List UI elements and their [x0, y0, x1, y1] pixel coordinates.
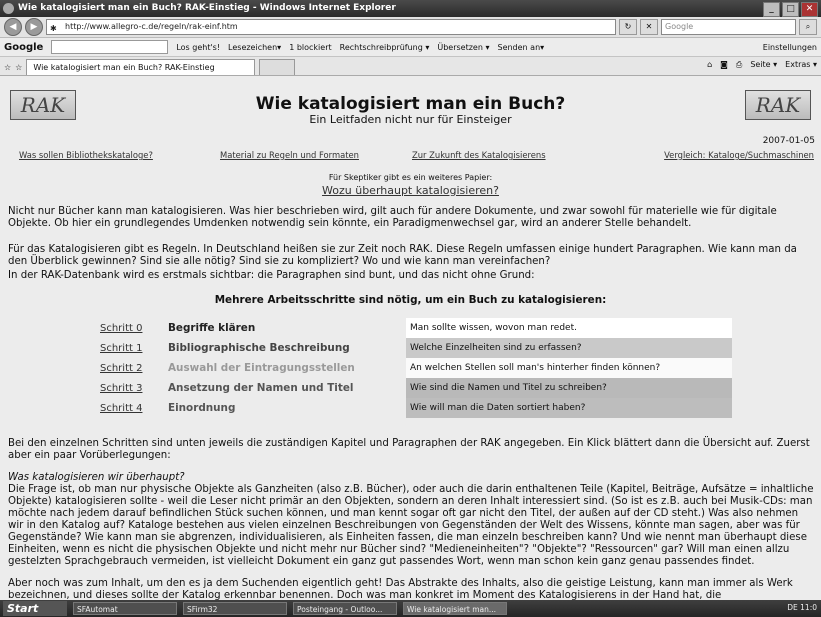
paragraph-objects: Die Frage ist, ob man nur physische Obje… — [8, 484, 814, 567]
page-date: 2007-01-05 — [762, 136, 815, 146]
address-input[interactable]: ✱ http://www.allegro-c.de/regeln/rak-einf… — [46, 19, 616, 35]
system-tray: DE 11:0 — [787, 603, 817, 612]
menu-page[interactable]: Seite ▾ — [750, 60, 777, 70]
favorites-star-icon[interactable]: ☆ — [4, 63, 11, 72]
task-outlook[interactable]: Posteingang - Outloo... — [293, 602, 397, 615]
page-subtitle: Ein Leitfaden nicht nur für Einsteiger — [309, 113, 512, 126]
step-desc: Wie sind die Namen und Titel zu schreibe… — [406, 378, 732, 398]
new-tab-button[interactable] — [259, 59, 296, 75]
step-row: Schritt 2 Auswahl der Eintragungsstellen… — [100, 358, 732, 378]
step-link-0[interactable]: Schritt 0 — [100, 323, 168, 334]
step-link-1[interactable]: Schritt 1 — [100, 343, 168, 354]
step-row: Schritt 1 Bibliographische Beschreibung … — [100, 338, 732, 358]
step-desc: Man sollte wissen, wovon man redet. — [406, 318, 732, 338]
step-desc: Wie will man die Daten sortiert haben? — [406, 398, 732, 418]
paragraph-rules: Für das Katalogisieren gibt es Regeln. I… — [8, 244, 797, 267]
menu-extras[interactable]: Extras ▾ — [785, 60, 817, 70]
maximize-button[interactable]: □ — [782, 2, 799, 17]
feeds-icon[interactable]: ◙ — [720, 60, 728, 70]
step-row: Schritt 4 Einordnung Wie will man die Da… — [100, 398, 732, 418]
toolbar-item-settings[interactable]: Einstellungen — [763, 43, 817, 52]
steps-heading: Mehrere Arbeitsschritte sind nötig, um e… — [214, 294, 607, 306]
step-row: Schritt 0 Begriffe klären Man sollte wis… — [100, 318, 732, 338]
title-bar: Wie katalogisiert man ein Buch? RAK-Eins… — [0, 0, 821, 17]
minimize-button[interactable]: _ — [763, 2, 780, 17]
skeptic-note: Für Skeptiker gibt es ein weiteres Papie… — [328, 173, 493, 182]
paragraph-intro: Nicht nur Bücher kann man katalogisieren… — [8, 206, 777, 229]
step-name: Einordnung — [168, 402, 236, 414]
start-button[interactable]: Start — [3, 601, 67, 616]
google-toolbar: Google Los geht's! Lesezeichen▾ 1 blocki… — [0, 38, 821, 57]
step-row: Schritt 3 Ansetzung der Namen und Titel … — [100, 378, 732, 398]
google-search-field[interactable] — [51, 40, 169, 54]
toolbar-item-translate[interactable]: Übersetzen ▾ — [437, 43, 489, 52]
toolbar-item-send[interactable]: Senden an▾ — [497, 43, 544, 52]
task-browser[interactable]: Wie katalogisiert man... — [403, 602, 507, 615]
toolbar-item-blocked[interactable]: 1 blockiert — [289, 43, 331, 52]
paragraph-steps-info: Bei den einzelnen Schritten sind unten j… — [8, 438, 810, 461]
home-icon[interactable]: ⌂ — [707, 60, 712, 70]
ie-icon — [3, 3, 14, 14]
forward-icon[interactable]: ▶ — [25, 18, 43, 36]
steps-table: Schritt 0 Begriffe klären Man sollte wis… — [100, 318, 732, 418]
back-icon[interactable]: ◀ — [4, 18, 22, 36]
print-icon[interactable]: ⎙ — [736, 60, 742, 70]
paragraph-question: Was katalogisieren wir überhaupt? — [8, 472, 185, 483]
search-icon[interactable]: ⌕ — [799, 19, 817, 35]
step-name: Ansetzung der Namen und Titel — [168, 382, 354, 394]
paragraph-content: Aber noch was zum Inhalt, um den es ja d… — [8, 578, 793, 600]
step-link-3[interactable]: Schritt 3 — [100, 383, 168, 394]
browser-window: Wie katalogisiert man ein Buch? RAK-Eins… — [0, 0, 821, 617]
skeptic-link[interactable]: Wozu überhaupt katalogisieren? — [322, 184, 499, 197]
task-sfautomat[interactable]: SFAutomat — [73, 602, 177, 615]
page-content: RAK RAK Wie katalogisiert man ein Buch? … — [0, 76, 821, 600]
window-title: Wie katalogisiert man ein Buch? RAK-Eins… — [18, 3, 396, 13]
paragraph-database: In der RAK-Datenbank wird es erstmals si… — [8, 270, 535, 281]
nav-link-catalogs[interactable]: Was sollen Bibliothekskataloge? — [19, 150, 153, 160]
google-logo: Google — [4, 41, 44, 53]
task-sfirm[interactable]: SFirm32 — [183, 602, 287, 615]
step-desc: Welche Einzelheiten sind zu erfassen? — [406, 338, 732, 358]
step-name: Begriffe klären — [168, 322, 256, 334]
address-bar: ◀ ▶ ✱ http://www.allegro-c.de/regeln/rak-… — [0, 17, 821, 38]
step-link-4[interactable]: Schritt 4 — [100, 403, 168, 414]
step-link-2[interactable]: Schritt 2 — [100, 363, 168, 374]
step-name: Bibliographische Beschreibung — [168, 342, 350, 354]
nav-link-future[interactable]: Zur Zukunft des Katalogisierens — [412, 150, 546, 160]
refresh-icon[interactable]: ↻ — [619, 19, 637, 35]
address-url: http://www.allegro-c.de/regeln/rak-einf.… — [65, 22, 238, 31]
add-favorites-icon[interactable]: ☆ — [15, 63, 22, 72]
toolbar-item-bookmarks[interactable]: Lesezeichen▾ — [228, 43, 281, 52]
search-input[interactable]: Google — [661, 19, 796, 35]
tab-bar: ☆ ☆ Wie katalogisiert man ein Buch? RAK-… — [0, 57, 821, 76]
toolbar-item-spellcheck[interactable]: Rechtschreibprüfung ▾ — [340, 43, 430, 52]
toolbar-item-go[interactable]: Los geht's! — [176, 43, 220, 52]
taskbar: Start SFAutomat SFirm32 Posteingang - Ou… — [0, 600, 821, 617]
tab-active[interactable]: Wie katalogisiert man ein Buch? RAK-Eins… — [26, 59, 256, 75]
stop-icon[interactable]: ✕ — [640, 19, 658, 35]
page-title: Wie katalogisiert man ein Buch? — [255, 94, 566, 114]
nav-link-material[interactable]: Material zu Regeln und Formaten — [220, 150, 359, 160]
step-name: Auswahl der Eintragungsstellen — [168, 362, 355, 374]
page-favicon: ✱ — [50, 24, 57, 33]
close-button[interactable]: ✕ — [801, 2, 818, 17]
nav-link-compare[interactable]: Vergleich: Kataloge/Suchmaschinen — [664, 150, 814, 160]
step-desc: An welchen Stellen soll man's hinterher … — [406, 358, 732, 378]
